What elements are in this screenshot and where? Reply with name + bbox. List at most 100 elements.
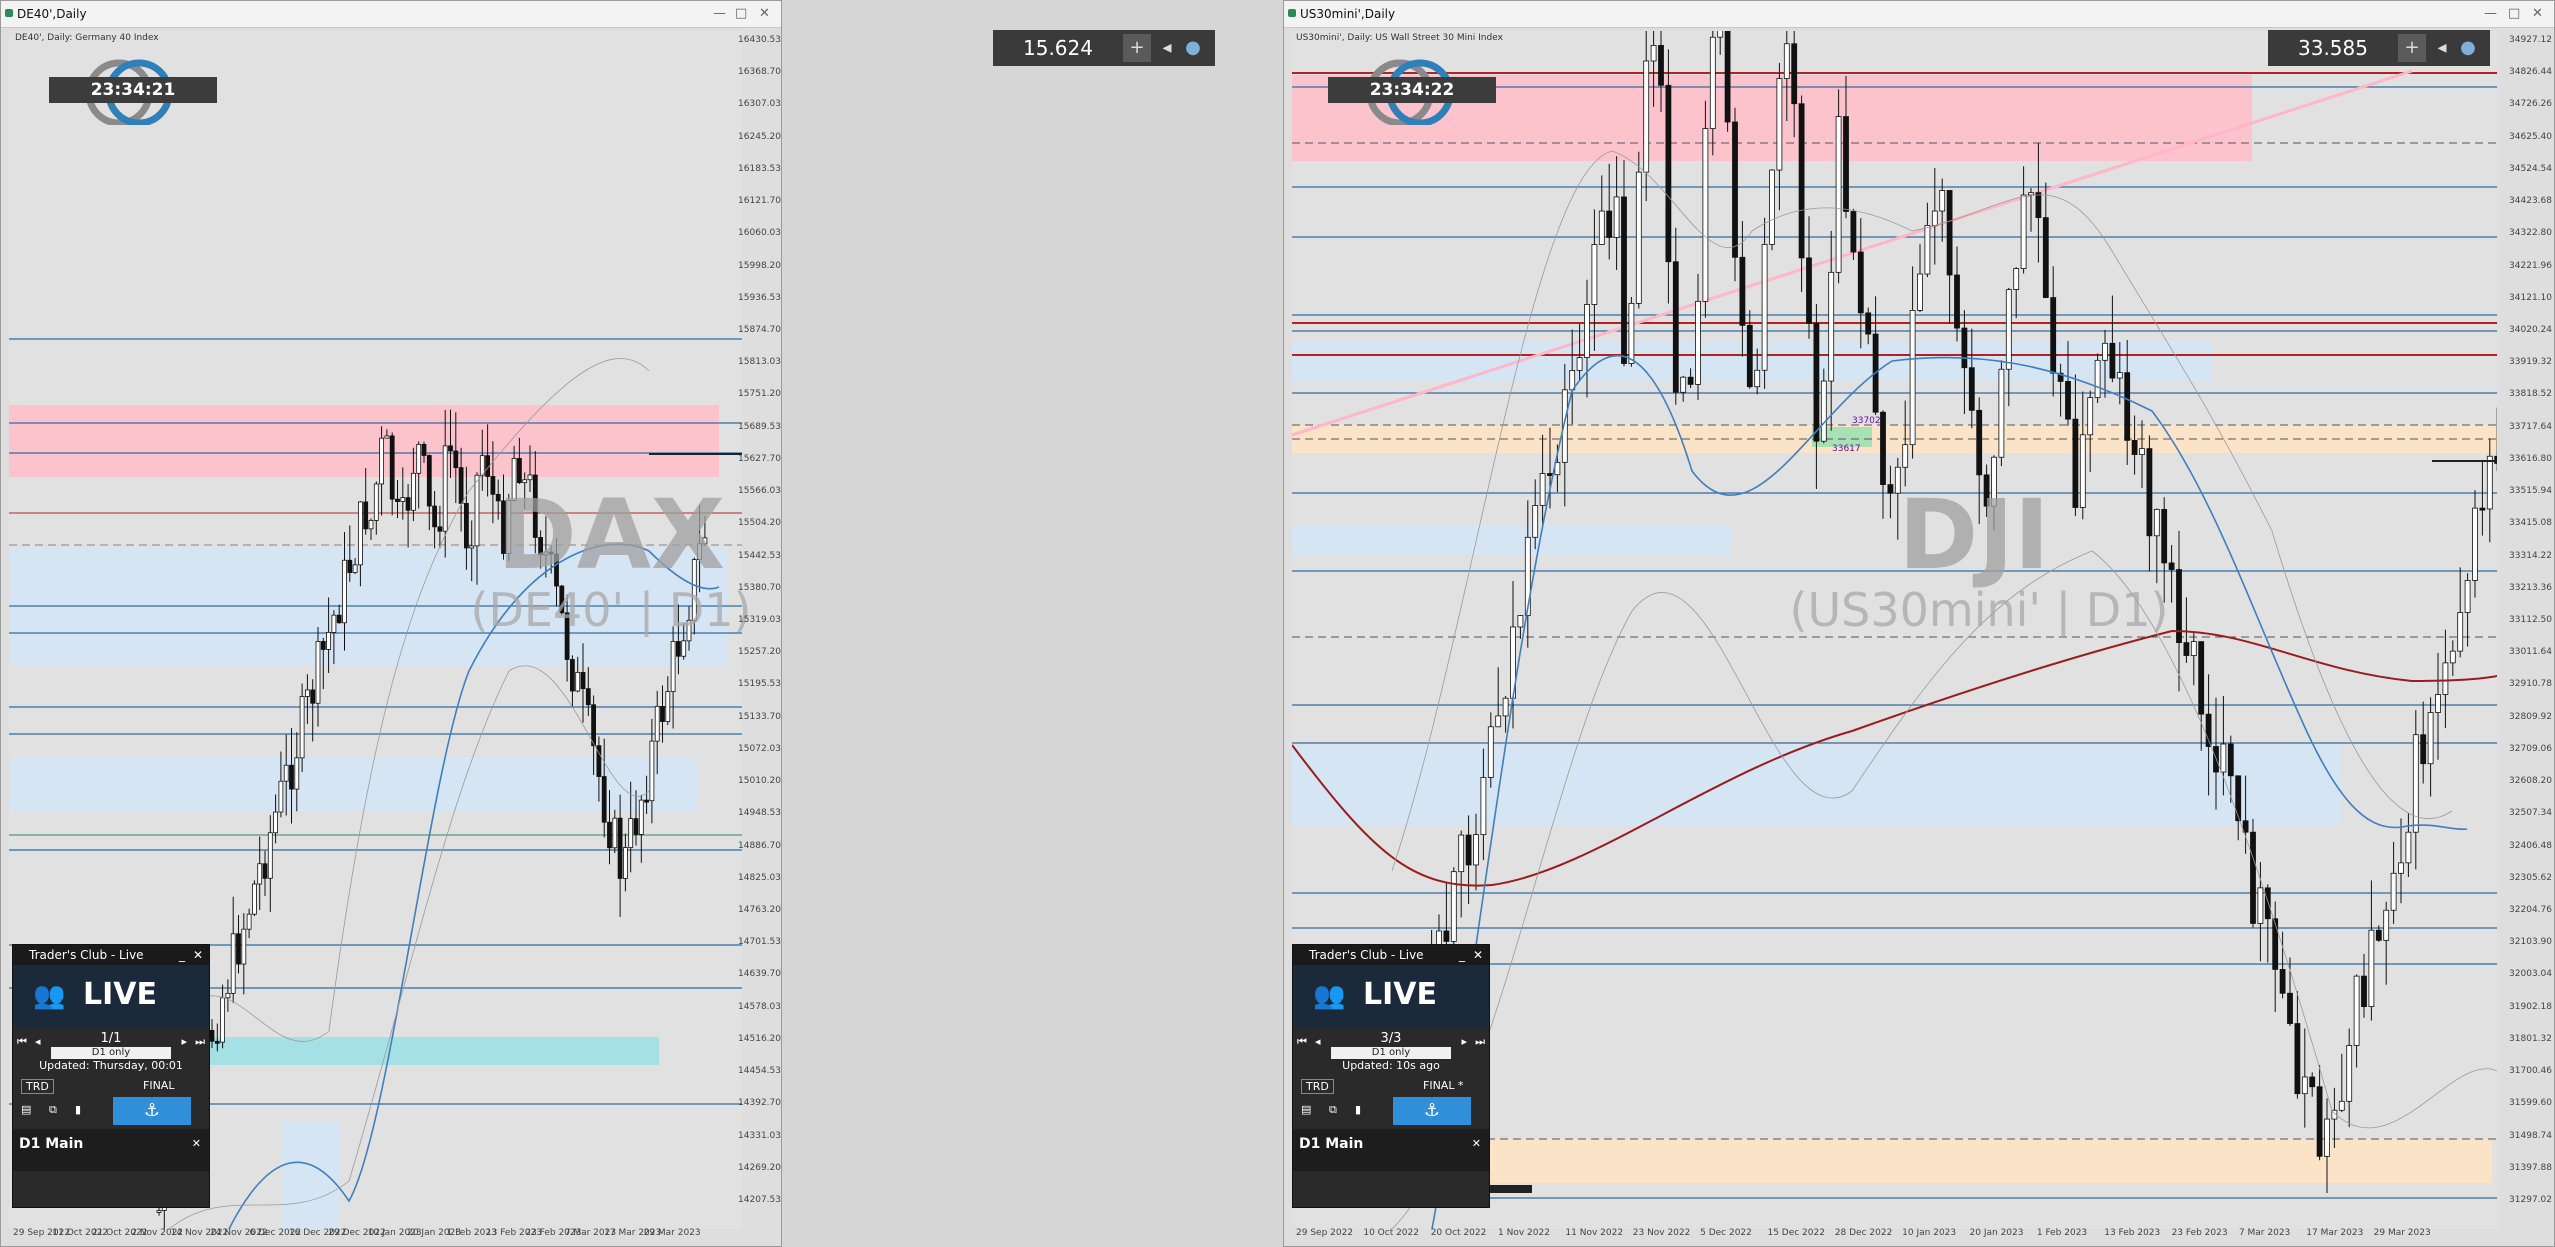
candle-body xyxy=(591,704,596,747)
price-axis[interactable]: 34927.12 34826.44 34726.26 34625.40 34524.54… xyxy=(2494,31,2554,1221)
window-titlebar[interactable]: DE40',Daily — □ ✕ xyxy=(1,1,781,28)
price-tick-label: 15874.70 xyxy=(738,325,781,335)
candle-body xyxy=(225,992,231,999)
candle-body xyxy=(283,764,289,782)
page-indicator: 3/3 xyxy=(1380,1031,1402,1046)
candle-body xyxy=(654,706,660,742)
next-page-icon[interactable]: ▸ xyxy=(181,1035,187,1048)
toggle-icon[interactable]: ● xyxy=(2454,34,2482,62)
maximize-icon[interactable]: □ xyxy=(2508,6,2520,21)
candle-body xyxy=(2227,743,2234,777)
close-icon[interactable]: ✕ xyxy=(759,6,770,21)
maximize-icon[interactable]: □ xyxy=(735,6,747,21)
candle-body xyxy=(230,933,236,994)
candle-body xyxy=(2116,372,2123,379)
candle-body xyxy=(1761,243,1768,371)
plus-button[interactable]: + xyxy=(1123,34,1151,62)
candle-body xyxy=(1643,60,1650,173)
time-tick-label: 20 Jan 2023 xyxy=(1969,1228,2024,1238)
price-tick-label: 31397.88 xyxy=(2509,1162,2552,1173)
candle-body xyxy=(209,1029,215,1042)
last-page-icon[interactable]: ⏭ xyxy=(1475,1035,1485,1049)
candle-body xyxy=(1473,834,1479,866)
arrow-left-icon[interactable]: ◂ xyxy=(1153,34,1181,62)
candle-body xyxy=(2264,887,2271,920)
price-tick-label: 34322.80 xyxy=(2509,228,2552,239)
price-tick-label: 15195.53 xyxy=(738,679,781,690)
price-tick-label: 15566.03 xyxy=(738,486,781,497)
price-tick-label: 15627.70 xyxy=(738,453,781,464)
candle-body xyxy=(1946,190,1953,276)
anchor-button[interactable]: ⚓ xyxy=(1393,1097,1471,1125)
toggle-icon[interactable]: ● xyxy=(1179,34,1207,62)
time-tick-label: 28 Dec 2022 xyxy=(1834,1228,1893,1238)
minimize-icon[interactable]: — xyxy=(713,6,726,21)
close-icon[interactable]: ✕ xyxy=(1472,1129,1481,1159)
collapse-icon[interactable]: _ xyxy=(1459,945,1465,965)
time-tick-label: 29 Mar 2023 xyxy=(643,1228,701,1238)
candle-body xyxy=(2353,975,2360,1046)
window-icon[interactable]: ⧉ xyxy=(1329,1103,1337,1117)
price-tick-label: 14516.20 xyxy=(738,1033,781,1044)
window-icon[interactable]: ⧉ xyxy=(49,1103,57,1117)
next-page-icon[interactable]: ▸ xyxy=(1461,1035,1467,1048)
page-navigator: ⏮ ◂ 3/3 D1 only ▸ ⏭ xyxy=(1293,1027,1489,1059)
panel-header[interactable]: Trader's Club - Live _ ✕ xyxy=(13,945,209,965)
trash-icon[interactable]: ▮ xyxy=(1355,1103,1361,1116)
doc-icon[interactable]: ▤ xyxy=(1301,1103,1311,1116)
price-tick-label: 16245.20 xyxy=(738,131,781,142)
price-tick-label: 33011.64 xyxy=(2509,647,2552,658)
candle-body xyxy=(1998,368,2005,458)
doc-icon[interactable]: ▤ xyxy=(21,1103,31,1116)
filter-label[interactable]: D1 only xyxy=(51,1047,171,1059)
minimize-icon[interactable]: — xyxy=(2484,6,2497,21)
candle-body xyxy=(1584,304,1590,358)
arrow-left-icon[interactable]: ◂ xyxy=(2428,34,2456,62)
window-titlebar[interactable]: US30mini',Daily — □ ✕ xyxy=(1284,1,2554,28)
support-zone xyxy=(1292,745,2342,825)
update-status: Updated: 10s ago xyxy=(1342,1059,1440,1072)
d1-main-section[interactable]: D1 Main ✕ xyxy=(13,1129,209,1171)
candle-body xyxy=(2287,992,2293,1024)
trash-icon[interactable]: ▮ xyxy=(75,1103,81,1116)
close-icon[interactable]: ✕ xyxy=(192,1129,201,1159)
anchor-button[interactable]: ⚓ xyxy=(113,1097,191,1125)
candle-body xyxy=(432,505,438,528)
time-tick-label: 7 Mar 2023 xyxy=(2238,1228,2291,1238)
time-axis[interactable]: 29 Sep 2022 10 Oct 2022 20 Oct 2022 1 Nov 2… xyxy=(1292,1228,2497,1242)
candle-body xyxy=(373,483,379,521)
candle-body xyxy=(2346,1045,2353,1102)
close-icon[interactable]: ✕ xyxy=(193,945,203,965)
plus-button[interactable]: + xyxy=(2398,34,2426,62)
price-axis[interactable]: 16430.53 16368.70 16307.03 16245.20 16183.53… xyxy=(723,31,781,1221)
time-tick-label: 17 Mar 2023 xyxy=(2306,1228,2364,1238)
server-clock: 23:34:21 xyxy=(49,77,217,103)
price-tick-label: 34927.12 xyxy=(2509,35,2552,45)
candle-body xyxy=(1680,376,1687,393)
d1-main-section[interactable]: D1 Main ✕ xyxy=(1293,1129,1489,1171)
panel-header[interactable]: Trader's Club - Live _ ✕ xyxy=(1293,945,1489,965)
candle-body xyxy=(1835,116,1842,273)
price-value: 15.624 xyxy=(1023,36,1093,60)
time-tick-label: 20 Oct 2022 xyxy=(1430,1228,1487,1238)
price-tick-label: 15010.20 xyxy=(738,776,781,787)
candle-body xyxy=(2139,448,2145,455)
traders-club-panel-left[interactable]: Trader's Club - Live _ ✕ LIVE 👥 ⏮ ◂ 1/1 … xyxy=(12,944,210,1208)
price-value: 33.585 xyxy=(2298,36,2368,60)
time-tick-label: 29 Sep 2022 xyxy=(1296,1228,1354,1238)
candle-body xyxy=(1658,45,1664,86)
candle-body xyxy=(2131,439,2138,455)
chart-window-icon xyxy=(1288,9,1296,17)
time-axis[interactable]: 29 Sep 2022 11 Oct 2022 21 Oct 2022 2 Nov 2… xyxy=(9,1228,739,1242)
close-icon[interactable]: ✕ xyxy=(1473,945,1483,965)
candle-body xyxy=(2412,734,2419,833)
traders-club-panel-right[interactable]: Trader's Club - Live _ ✕ LIVE 👥 ⏮ ◂ 3/3 … xyxy=(1292,944,1490,1208)
filter-label[interactable]: D1 only xyxy=(1331,1047,1451,1059)
price-tick-label: 34020.24 xyxy=(2509,325,2552,335)
candle-body xyxy=(2183,642,2190,656)
collapse-icon[interactable]: _ xyxy=(179,945,185,965)
candle-body xyxy=(1665,84,1672,263)
last-page-icon[interactable]: ⏭ xyxy=(195,1035,205,1049)
inline-level-label: 33617 xyxy=(1832,444,1861,454)
close-icon[interactable]: ✕ xyxy=(2532,6,2543,21)
